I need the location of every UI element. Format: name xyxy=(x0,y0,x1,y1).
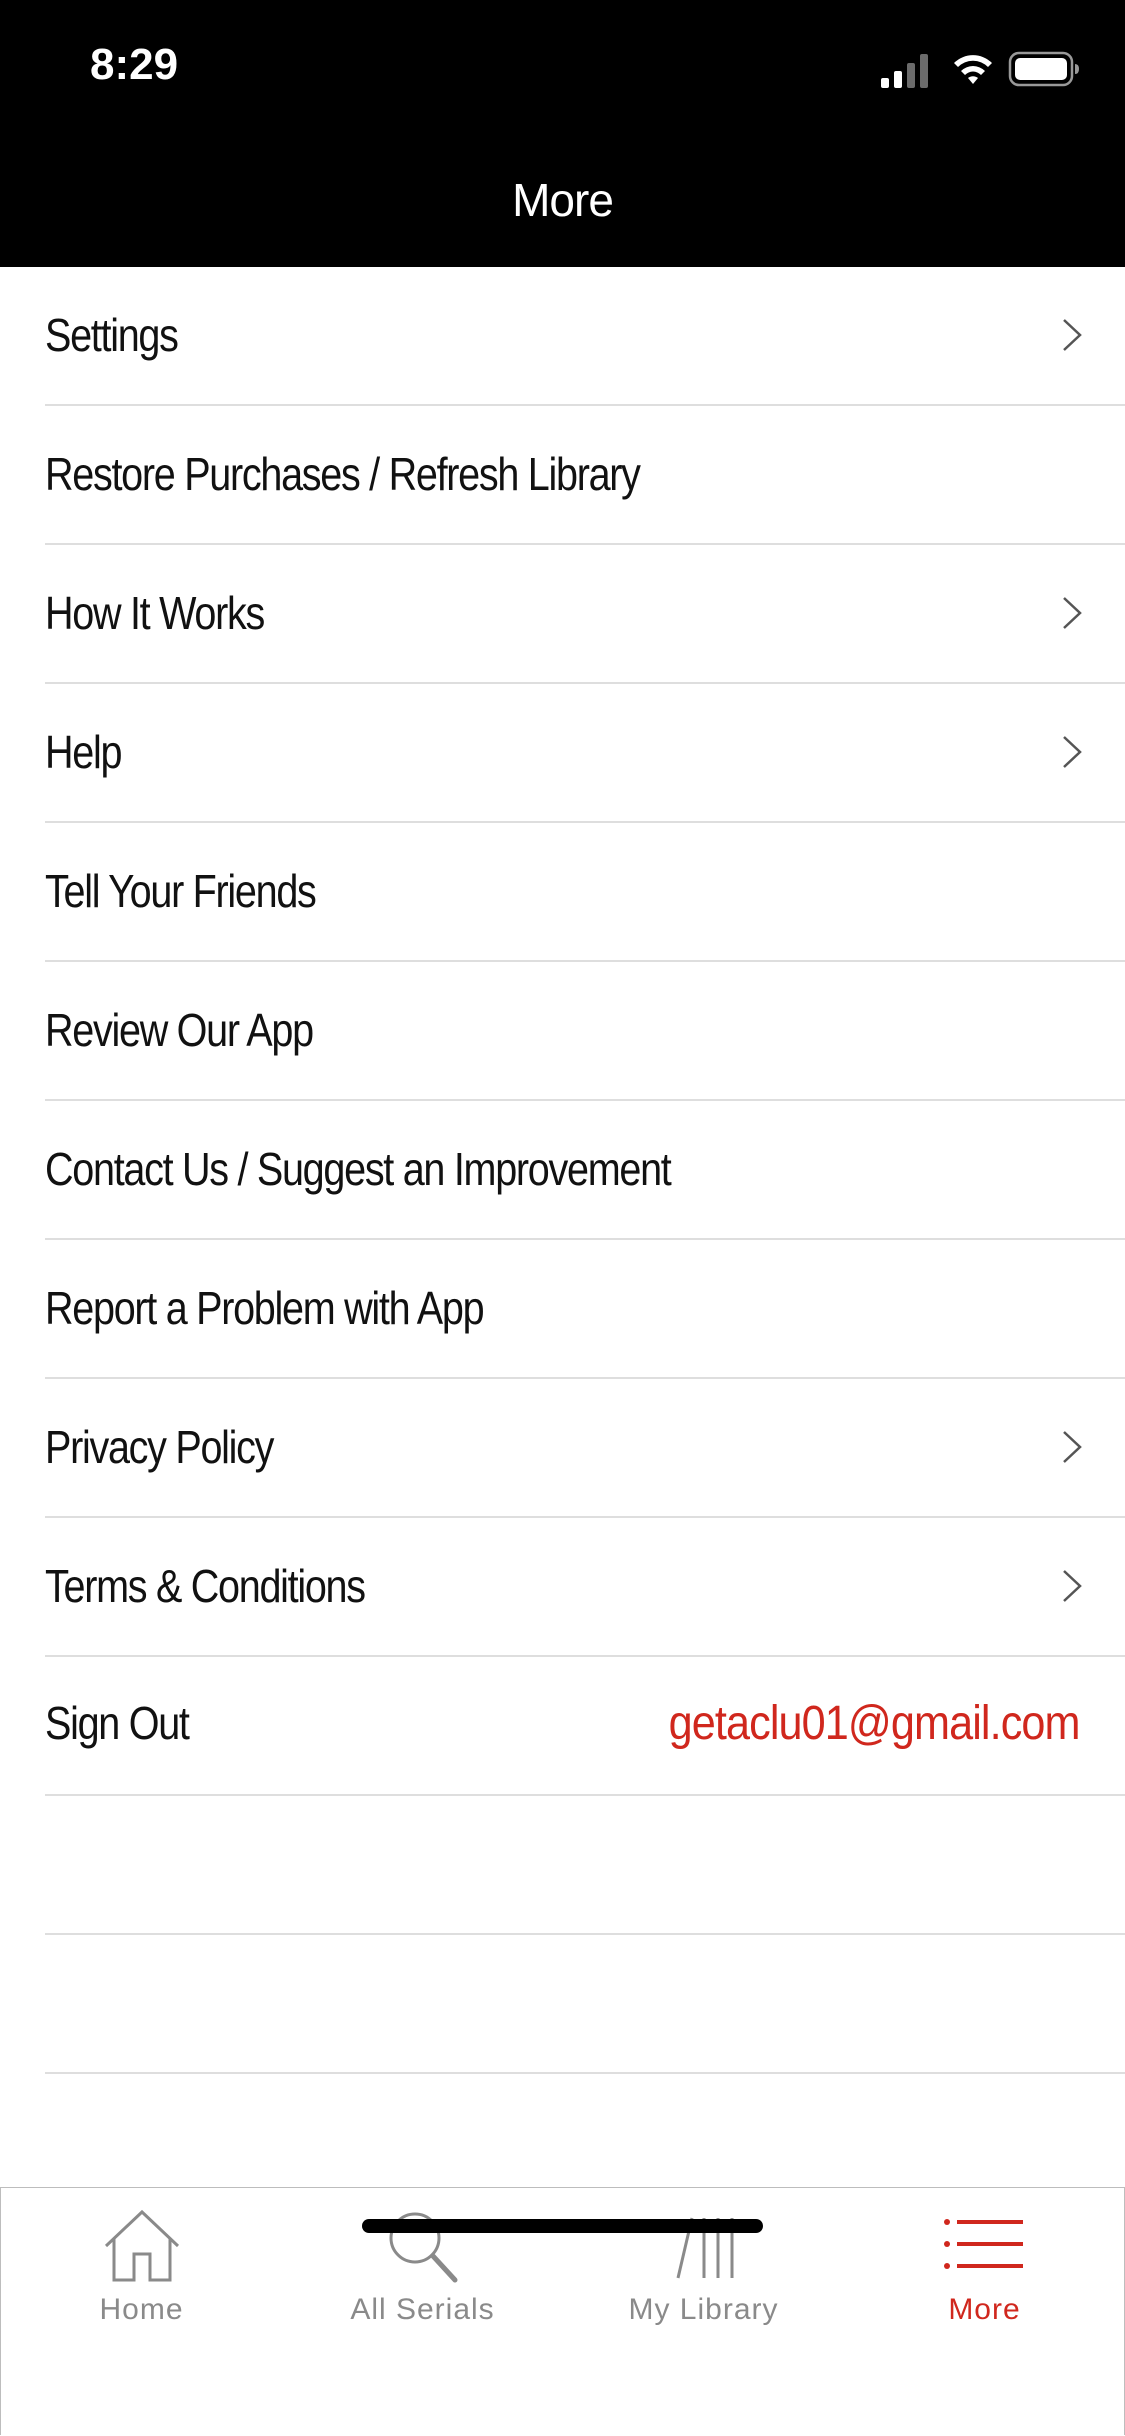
tab-label: My Library xyxy=(628,2293,779,2326)
menu-icon xyxy=(943,2219,1023,2269)
menu-item-settings[interactable]: Settings xyxy=(45,267,1125,406)
tab-all-serials[interactable]: All Serials xyxy=(282,2188,563,2338)
sign-out-label: Sign Out xyxy=(45,1697,190,1749)
menu-item-label: Privacy Policy xyxy=(45,1421,274,1473)
nav-bar: More xyxy=(0,140,1125,267)
battery-icon xyxy=(1008,51,1079,87)
menu-item-tell-your-friends[interactable]: Tell Your Friends xyxy=(45,823,1125,962)
menu-item-label: Tell Your Friends xyxy=(45,865,317,917)
tab-label: All Serials xyxy=(350,2293,495,2326)
menu-item-help[interactable]: Help xyxy=(45,684,1125,823)
menu-item-report-problem[interactable]: Report a Problem with App xyxy=(45,1240,1125,1379)
account-email: getaclu01@gmail.com xyxy=(669,1697,1081,1750)
empty-row xyxy=(45,1935,1125,2074)
tab-more[interactable]: More xyxy=(844,2188,1125,2338)
cellular-signal-icon xyxy=(881,54,928,88)
menu-item-review-our-app[interactable]: Review Our App xyxy=(45,962,1125,1101)
status-icons xyxy=(881,51,1079,88)
wifi-icon xyxy=(954,55,992,84)
menu-item-terms-conditions[interactable]: Terms & Conditions xyxy=(45,1518,1125,1657)
chevron-right-icon xyxy=(1063,1431,1082,1463)
tab-label: More xyxy=(948,2293,1021,2326)
empty-row xyxy=(45,1796,1125,1935)
chevron-right-icon xyxy=(1063,1570,1082,1602)
home-icon xyxy=(104,2209,179,2282)
chevron-right-icon xyxy=(1063,319,1082,351)
menu-item-contact-us[interactable]: Contact Us / Suggest an Improvement xyxy=(45,1101,1125,1240)
menu-item-label: Report a Problem with App xyxy=(45,1282,485,1334)
menu-item-label: Restore Purchases / Refresh Library xyxy=(45,448,641,500)
menu-item-label: Help xyxy=(45,726,122,778)
tab-label: Home xyxy=(99,2293,184,2326)
tab-home[interactable]: Home xyxy=(1,2188,282,2338)
status-bar: 8:29 xyxy=(0,0,1125,140)
more-menu-list: Settings Restore Purchases / Refresh Lib… xyxy=(0,267,1125,2074)
menu-item-label: Review Our App xyxy=(45,1004,314,1056)
menu-item-how-it-works[interactable]: How It Works xyxy=(45,545,1125,684)
menu-item-privacy-policy[interactable]: Privacy Policy xyxy=(45,1379,1125,1518)
chevron-right-icon xyxy=(1063,597,1082,629)
menu-item-label: Contact Us / Suggest an Improvement xyxy=(45,1143,672,1195)
page-title: More xyxy=(512,174,614,226)
menu-item-label: Terms & Conditions xyxy=(45,1560,366,1612)
menu-item-label: How It Works xyxy=(45,587,265,639)
menu-item-restore-purchases[interactable]: Restore Purchases / Refresh Library xyxy=(45,406,1125,545)
home-indicator xyxy=(362,2219,763,2233)
menu-item-label: Settings xyxy=(45,309,179,361)
status-time: 8:29 xyxy=(90,40,179,89)
chevron-right-icon xyxy=(1063,736,1082,768)
tab-my-library[interactable]: My Library xyxy=(563,2188,844,2338)
menu-item-sign-out[interactable]: Sign Out getaclu01@gmail.com xyxy=(45,1657,1125,1796)
